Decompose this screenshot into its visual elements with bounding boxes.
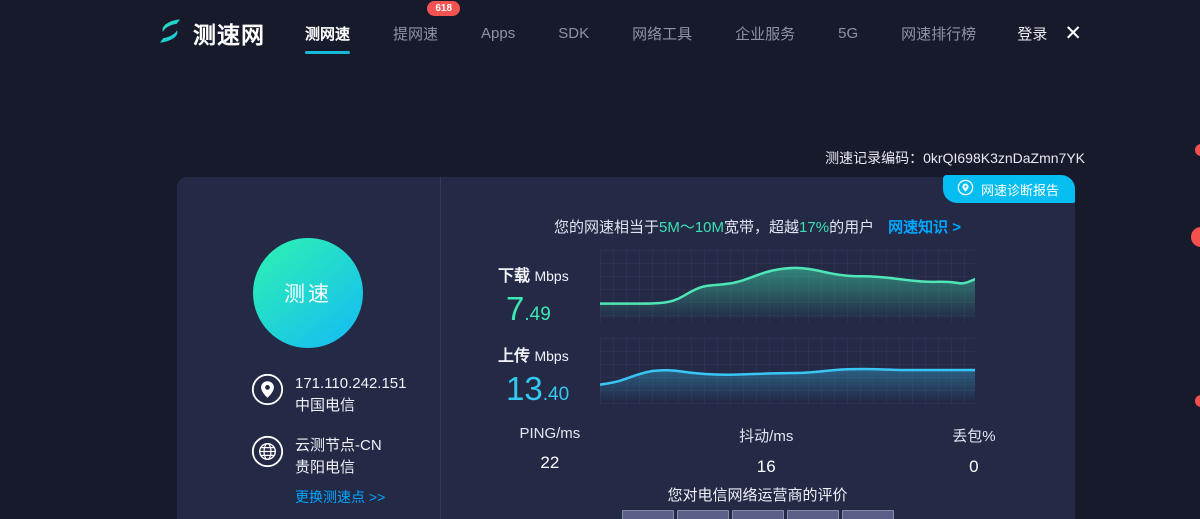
ip-isp: 中国电信 bbox=[295, 395, 407, 417]
nav-item-speedtest[interactable]: 测网速 bbox=[305, 17, 350, 50]
rating-segment[interactable] bbox=[622, 510, 674, 519]
close-icon[interactable]: ✕ bbox=[1064, 23, 1082, 44]
location-pin-icon bbox=[251, 373, 284, 406]
login-button[interactable]: 登录 bbox=[1017, 23, 1047, 44]
node-isp: 贵阳电信 bbox=[295, 457, 385, 479]
nav-item-apps[interactable]: Apps bbox=[481, 19, 515, 48]
change-node-link[interactable]: 更换测速点 >> bbox=[295, 486, 385, 508]
ping-stat: PING/ms 22 bbox=[519, 425, 580, 477]
rating-bar bbox=[440, 510, 1075, 519]
speed-summary: 您的网速相当于5M～10M宽带，超越17%的用户网速知识 > bbox=[440, 216, 1075, 237]
start-test-button[interactable]: 测速 bbox=[253, 238, 363, 348]
node-info: 云测节点-CN 贵阳电信 更换测速点 >> bbox=[251, 435, 385, 508]
logo-icon bbox=[155, 16, 185, 51]
upload-metric: 上传 Mbps 13.40 bbox=[498, 342, 569, 408]
packet-loss-stat: 丢包% 0 bbox=[952, 425, 995, 477]
download-chart bbox=[600, 250, 975, 323]
rating-segment[interactable] bbox=[787, 510, 839, 519]
rating-segment[interactable] bbox=[732, 510, 784, 519]
node-name: 云测节点-CN bbox=[295, 435, 385, 457]
nav-menu: 测网速 提网速 618 Apps SDK 网络工具 企业服务 5G 网速排行榜 bbox=[305, 17, 976, 50]
edge-widget-dot-middle[interactable] bbox=[1191, 227, 1200, 247]
bandwidth-range: 5M～10M bbox=[659, 219, 724, 236]
nav-item-sdk[interactable]: SDK bbox=[558, 19, 589, 48]
speed-knowledge-link[interactable]: 网速知识 > bbox=[888, 219, 961, 236]
upload-chart bbox=[600, 338, 975, 405]
rating-title: 您对电信网络运营商的评价 bbox=[440, 484, 1075, 505]
site-logo[interactable]: 测速网 bbox=[155, 16, 265, 51]
record-label: 测速记录编码： bbox=[825, 150, 923, 166]
nav-item-network-tools[interactable]: 网络工具 bbox=[632, 17, 692, 50]
test-record-line: 测速记录编码：0krQI698K3znDaZmn7YK bbox=[825, 148, 1085, 168]
nav-item-boost[interactable]: 提网速 618 bbox=[393, 17, 438, 50]
nav-item-enterprise[interactable]: 企业服务 bbox=[735, 17, 795, 50]
globe-icon bbox=[251, 435, 284, 468]
start-test-label: 测速 bbox=[284, 278, 332, 308]
jitter-stat: 抖动/ms 16 bbox=[739, 425, 793, 477]
nav-item-ranking[interactable]: 网速排行榜 bbox=[901, 17, 976, 50]
beat-percent: 17% bbox=[799, 219, 829, 236]
record-code: 0krQI698K3znDaZmn7YK bbox=[923, 150, 1085, 166]
latency-stats: PING/ms 22 抖动/ms 16 丢包% 0 bbox=[440, 425, 1075, 477]
promo-badge: 618 bbox=[427, 1, 460, 16]
top-nav: 测速网 测网速 提网速 618 Apps SDK 网络工具 企业服务 5G 网速… bbox=[0, 0, 1200, 66]
ip-address: 171.110.242.151 bbox=[295, 373, 407, 395]
nav-item-5g[interactable]: 5G bbox=[838, 19, 858, 48]
download-metric: 下载 Mbps 7.49 bbox=[498, 262, 569, 328]
logo-title: 测速网 bbox=[193, 16, 265, 50]
edge-widget-dot-bottom[interactable] bbox=[1195, 395, 1200, 407]
rating-segment[interactable] bbox=[677, 510, 729, 519]
rating-segment[interactable] bbox=[842, 510, 894, 519]
download-value: 7.49 bbox=[498, 290, 569, 328]
ip-info: 171.110.242.151 中国电信 bbox=[251, 373, 407, 417]
upload-value: 13.40 bbox=[498, 370, 569, 408]
edge-widget-dot-top[interactable] bbox=[1195, 144, 1200, 156]
speedtest-result-panel: 网速诊断报告 测速 171.110.242.151 中国电信 云测节点-C bbox=[177, 177, 1075, 519]
